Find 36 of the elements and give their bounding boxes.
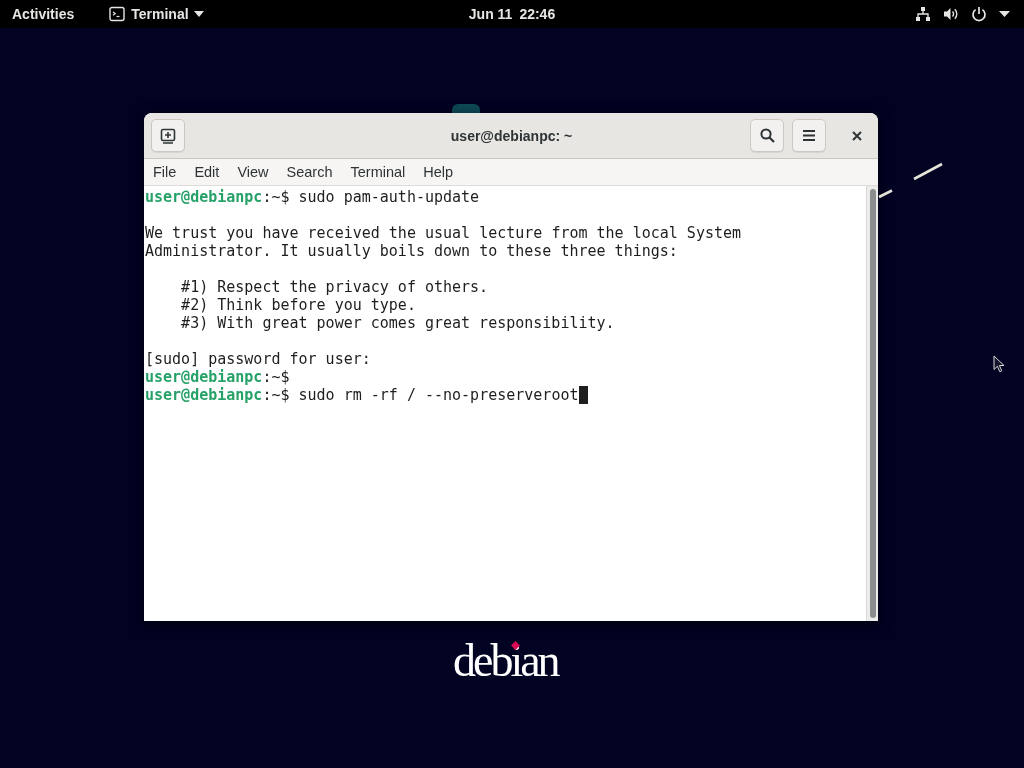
window-title: user@debianpc: ~ (450, 127, 573, 144)
app-menu-button[interactable]: Terminal (109, 0, 204, 28)
output-line: We trust you have received the usual lecture from the local System (145, 224, 742, 242)
new-tab-button[interactable] (151, 119, 185, 152)
output-line: #2) Think before you type. (180, 296, 416, 314)
menu-item[interactable]: Help (414, 159, 463, 185)
network-icon (915, 6, 931, 22)
plus-box-icon (160, 127, 176, 144)
logo: debian (453, 634, 560, 687)
stray-line (913, 162, 943, 181)
menu-item[interactable]: Edit (185, 159, 229, 185)
menu-item[interactable]: Terminal (341, 159, 415, 185)
activities-button[interactable]: Activities (12, 0, 75, 28)
volume-icon (943, 6, 959, 22)
search-button[interactable] (750, 119, 784, 152)
search-icon (759, 128, 775, 143)
clock-button[interactable]: Jun 11 22:46 (468, 0, 556, 28)
output-line: #3) With great power comes great responsibility. (180, 314, 615, 332)
close-icon (852, 130, 862, 141)
prompt-line: user@debianpc:~$ sudo pam-auth-update (145, 188, 480, 206)
menu-item[interactable]: File (144, 159, 186, 185)
terminal-icon (109, 6, 126, 22)
output-line: Administrator. It usually boils down to these three things: (145, 242, 678, 260)
output-line: #1) Respect the privacy of others. (180, 278, 489, 296)
stray-line (878, 189, 893, 199)
prompt-line: user@debianpc:~$ (145, 368, 290, 386)
menu-button[interactable] (792, 119, 826, 152)
output-line: [sudo] password for user: (145, 350, 371, 368)
menu-item[interactable]: Search (277, 159, 342, 185)
power-icon (971, 6, 987, 22)
caret-icon (193, 11, 204, 17)
prompt-line: user@debianpc:~$ sudo rm -rf / --no-preserveroot (145, 386, 579, 404)
caret-icon (999, 11, 1010, 17)
menu-icon (803, 130, 815, 141)
mouse-pointer-icon (993, 355, 1005, 373)
menu-item[interactable]: View (228, 159, 278, 185)
